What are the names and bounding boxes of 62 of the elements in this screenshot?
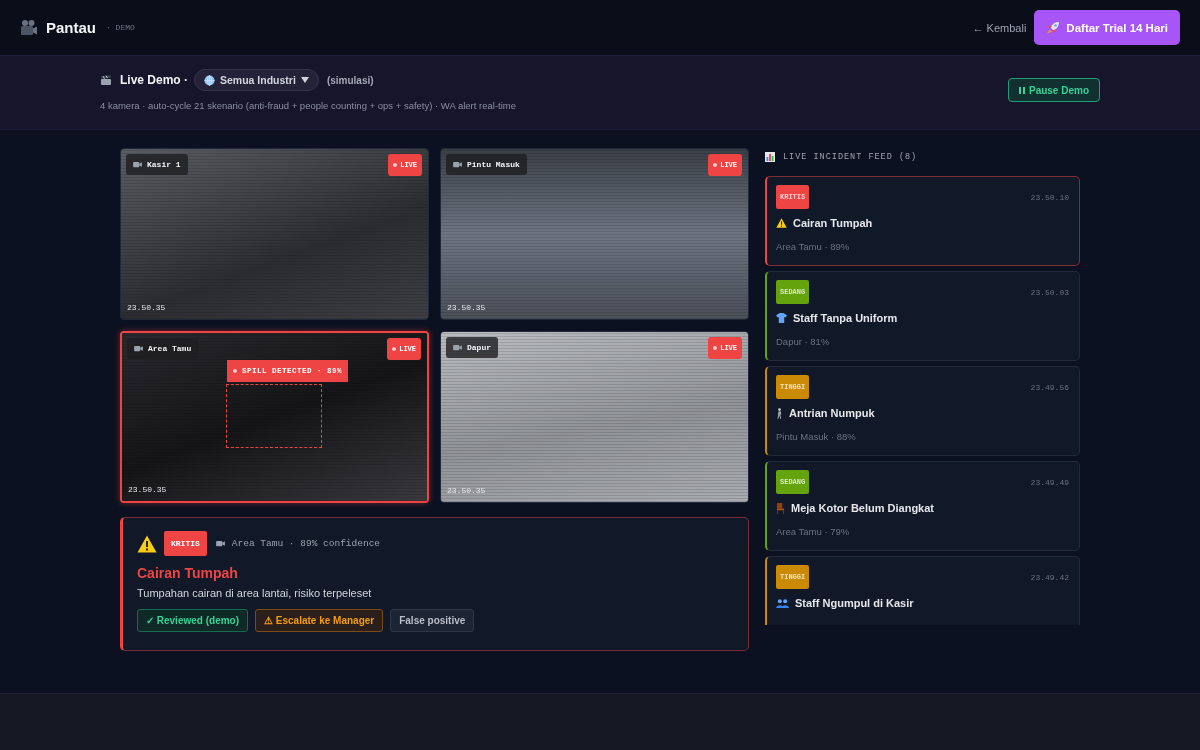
incident-meta: Area Tamu · 89% — [776, 241, 851, 252]
incident-meta: Area Tamu · 79% — [776, 526, 851, 537]
alert-action-button[interactable]: False positive — [390, 609, 475, 632]
recording-dot-icon — [713, 163, 718, 167]
clapperboard-icon — [100, 74, 112, 86]
camera-icon — [134, 345, 143, 352]
incident-time: 23.50.03 — [1030, 287, 1069, 297]
severity-badge: KRITIS — [164, 531, 207, 556]
trial-signup-button[interactable]: Daftar Trial 14 Hari — [1034, 10, 1180, 45]
incident-meta: Pintu Masuk · 88% — [776, 431, 857, 442]
incident-title: Staff Ngumpul di Kasir — [795, 597, 914, 609]
industry-dropdown[interactable]: Semua Industri — [194, 69, 319, 91]
warning-icon — [776, 218, 787, 228]
simulation-note: (simulasi) — [326, 74, 374, 86]
incident-title: Antrian Numpuk — [789, 407, 875, 419]
camera-timestamp: 23.50.35 — [127, 303, 166, 312]
alert-description: Tumpahan cairan di area lantai, risiko terpeleset — [137, 587, 373, 599]
feed-title: LIVE INCIDENT FEED (8) — [783, 152, 918, 162]
incident-title: Cairan Tumpah — [793, 217, 873, 229]
incident-meta: Dapur · 81% — [776, 336, 831, 347]
people-icon — [776, 598, 789, 608]
camera-timestamp: 23.50.35 — [447, 486, 486, 495]
incident-time: 23.49.49 — [1030, 477, 1069, 487]
chair-icon — [776, 502, 785, 514]
pause-demo-button[interactable]: Pause Demo — [1007, 78, 1100, 102]
rocket-icon — [1046, 20, 1061, 35]
camera-icon — [453, 161, 462, 168]
camera-name: Area Tamu — [148, 344, 192, 353]
camera-name: Pintu Masuk — [467, 160, 520, 169]
incident-title: Staff Tanpa Uniform — [793, 312, 898, 324]
movie-camera-icon — [20, 18, 38, 37]
alert-action-button[interactable]: ✓ Reviewed (demo) — [137, 609, 249, 632]
camera-timestamp: 23.50.35 — [447, 303, 486, 312]
demo-tag: · DEMO — [106, 23, 135, 32]
pause-icon — [1018, 86, 1025, 94]
recording-dot-icon — [233, 369, 237, 373]
warning-icon — [137, 534, 157, 553]
bar-chart-icon — [765, 152, 775, 162]
alert-action-button[interactable]: ⚠ Escalate ke Manager — [255, 609, 384, 632]
demo-title: Live Demo · — [120, 73, 188, 87]
camera-icon — [215, 540, 225, 547]
alert-location: Area Tamu · 89% confidence — [231, 538, 381, 549]
camera-name: Kasir 1 — [147, 160, 181, 169]
alert-title: Cairan Tumpah — [137, 565, 239, 581]
camera-icon — [133, 161, 142, 168]
globe-icon — [204, 74, 215, 86]
incident-title: Meja Kotor Belum Diangkat — [791, 502, 935, 514]
camera-name: Dapur — [467, 343, 491, 352]
recording-dot-icon — [713, 346, 718, 350]
back-link[interactable]: ← Kembali — [972, 21, 1027, 34]
caret-icon — [300, 77, 309, 83]
recording-dot-icon — [393, 163, 398, 167]
t-shirt-icon — [776, 313, 787, 323]
walking-person-icon — [776, 407, 783, 419]
camera-timestamp: 23.50.35 — [128, 485, 167, 494]
demo-description: 4 kamera · auto-cycle 21 skenario (anti-fraud + people counting + ops + safety) · WA alert real-time — [100, 100, 516, 111]
incident-time: 23.49.42 — [1030, 572, 1069, 582]
recording-dot-icon — [392, 347, 397, 351]
brand-name: Pantau — [46, 19, 96, 36]
incident-time: 23.49.56 — [1030, 382, 1069, 392]
camera-icon — [453, 344, 462, 351]
incident-time: 23.50.10 — [1030, 192, 1069, 202]
